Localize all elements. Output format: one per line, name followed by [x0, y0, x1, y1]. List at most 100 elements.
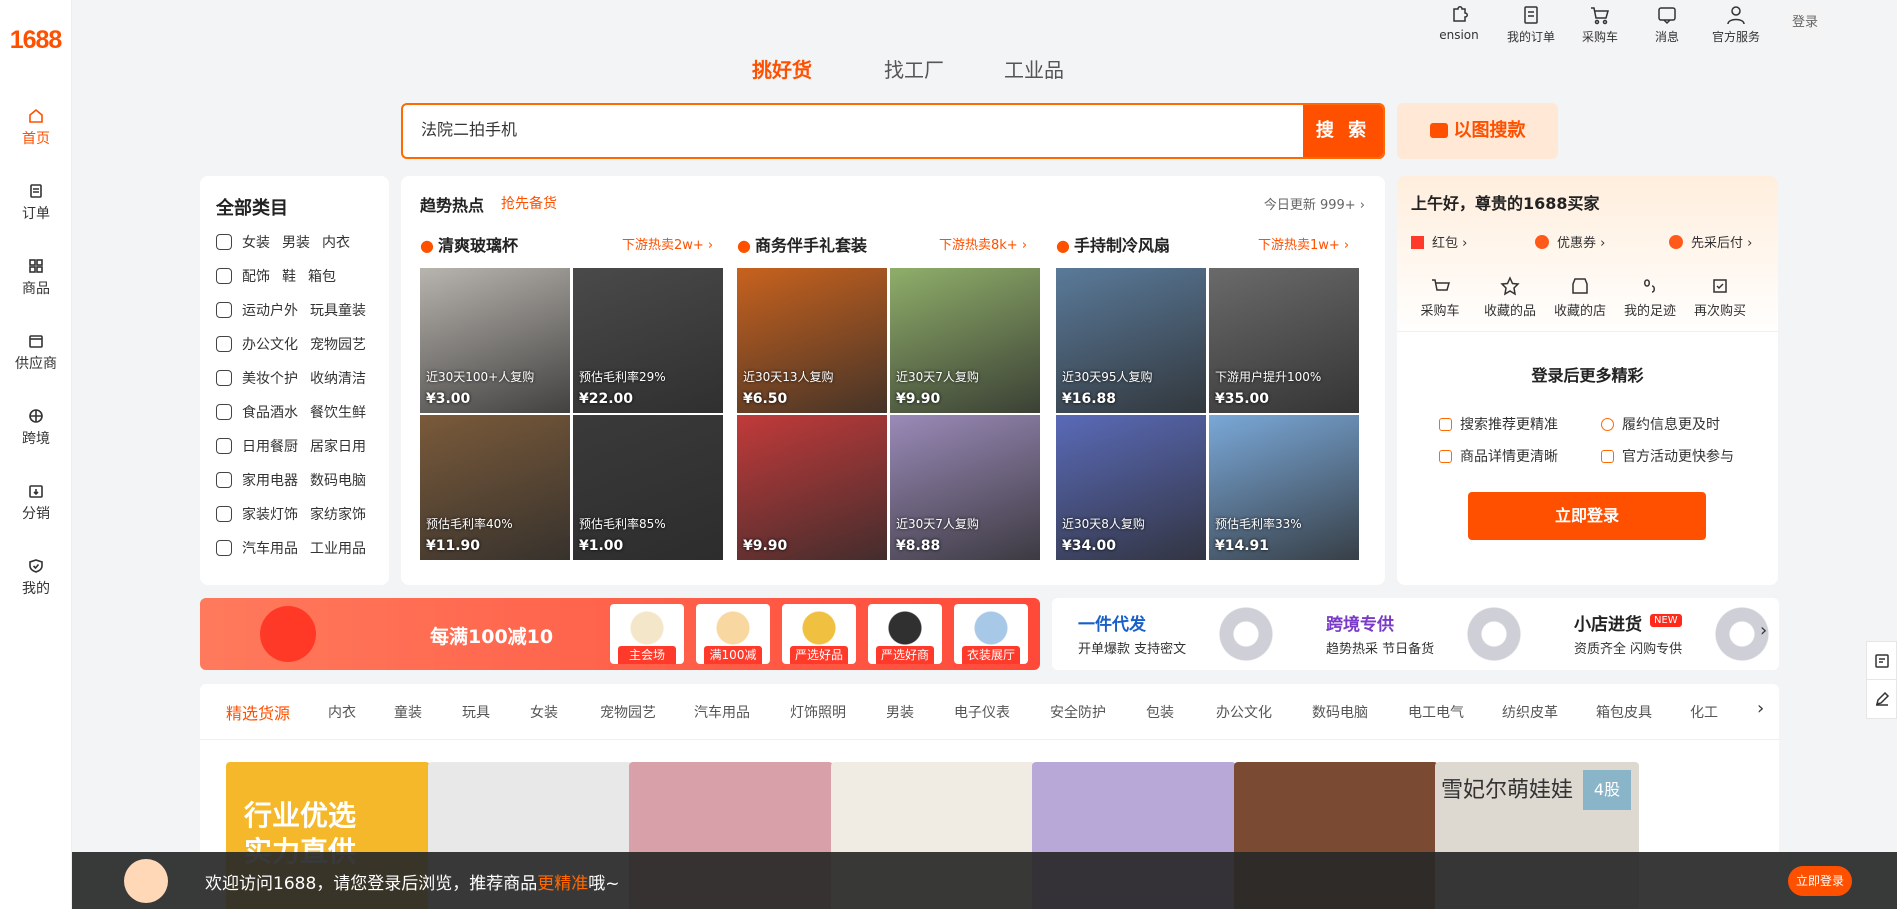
- quick-action-1[interactable]: 收藏的品: [1477, 276, 1543, 319]
- brand-logo[interactable]: 1688: [0, 26, 71, 55]
- search-button[interactable]: 搜 索: [1303, 105, 1383, 157]
- trend-product-card[interactable]: 近30天13人复购 ¥6.50: [737, 268, 887, 413]
- category-link[interactable]: 箱包: [308, 269, 336, 285]
- filter-tab[interactable]: 纺织皮革: [1502, 702, 1558, 722]
- trend-product-card[interactable]: 近30天8人复购 ¥34.00: [1056, 415, 1206, 560]
- category-link[interactable]: 收纳清洁: [310, 371, 366, 387]
- topbar-ension[interactable]: ension: [1424, 4, 1494, 42]
- tab-industrial[interactable]: 工业品: [1004, 54, 1064, 83]
- tab-find-factory[interactable]: 找工厂: [884, 54, 944, 83]
- trend-product-card[interactable]: 预估毛利率29% ¥22.00: [573, 268, 723, 413]
- category-link[interactable]: 工业用品: [310, 541, 366, 557]
- bottom-login-button[interactable]: 立即登录: [1788, 866, 1852, 896]
- trend-product-card[interactable]: ¥9.90: [737, 415, 887, 560]
- topbar-official-service[interactable]: 官方服务: [1701, 4, 1771, 45]
- quick-action-0[interactable]: 采购车: [1407, 276, 1473, 319]
- trend-product-card[interactable]: 近30天100+人复购 ¥3.00: [420, 268, 570, 413]
- promo-tile[interactable]: 衣装展厅: [954, 604, 1028, 664]
- topbar-login[interactable]: 登录: [1786, 4, 1824, 42]
- trend-group-more[interactable]: 下游热卖1w+ ›: [1258, 234, 1349, 253]
- sidebar-item-crossborder[interactable]: 跨境: [0, 408, 72, 448]
- topbar-my-orders[interactable]: 我的订单: [1496, 4, 1566, 45]
- filter-tab[interactable]: 数码电脑: [1312, 702, 1368, 722]
- chevron-right-icon[interactable]: ›: [1757, 698, 1764, 719]
- promo-tile[interactable]: 严选好商: [868, 604, 942, 664]
- feedback-tool[interactable]: [1866, 641, 1897, 681]
- category-link[interactable]: 办公文化: [242, 337, 298, 353]
- filter-tab[interactable]: 玩具: [462, 702, 490, 722]
- quick-action-3[interactable]: 我的足迹: [1617, 276, 1683, 319]
- trend-product-card[interactable]: 近30天7人复购 ¥8.88: [890, 415, 1040, 560]
- filter-tab[interactable]: 宠物园艺: [600, 702, 656, 722]
- image-search-button[interactable]: 以图搜款: [1397, 103, 1558, 159]
- filter-tab[interactable]: 箱包皮具: [1596, 702, 1652, 722]
- category-link[interactable]: 家装灯饰: [242, 507, 298, 523]
- category-link[interactable]: 美妆个护: [242, 371, 298, 387]
- category-link[interactable]: 女装: [242, 235, 270, 251]
- category-link[interactable]: 宠物园艺: [310, 337, 366, 353]
- category-link[interactable]: 食品酒水: [242, 405, 298, 421]
- filter-tab[interactable]: 包装: [1146, 702, 1174, 722]
- filter-tab[interactable]: 安全防护: [1050, 702, 1106, 722]
- perk-red-packet[interactable]: 红包 ›: [1411, 232, 1467, 251]
- search-input[interactable]: [421, 118, 1221, 137]
- filter-tab[interactable]: 化工: [1690, 702, 1718, 722]
- category-link[interactable]: 男装: [282, 235, 310, 251]
- promo-banner[interactable]: 每满100减10 主会场 满100减10 严选好品 严选好商 衣装展厅: [200, 598, 1040, 670]
- login-button[interactable]: 立即登录: [1468, 492, 1706, 540]
- tab-pick-goods[interactable]: 挑好货: [752, 54, 812, 83]
- trending-update[interactable]: 今日更新 999+ ›: [1264, 194, 1365, 213]
- trend-product-card[interactable]: 预估毛利率33% ¥14.91: [1209, 415, 1359, 560]
- sidebar-item-orders[interactable]: 订单: [0, 183, 72, 223]
- category-link[interactable]: 配饰: [242, 269, 270, 285]
- trend-product-card[interactable]: 预估毛利率85% ¥1.00: [573, 415, 723, 560]
- sidebar-item-home[interactable]: 首页: [0, 108, 72, 148]
- filter-tab[interactable]: 童装: [394, 702, 422, 722]
- category-link[interactable]: 运动户外: [242, 303, 298, 319]
- category-link[interactable]: 鞋: [282, 269, 296, 285]
- trend-group-more[interactable]: 下游热卖8k+ ›: [939, 234, 1027, 253]
- category-link[interactable]: 日用餐厨: [242, 439, 298, 455]
- quick-action-4[interactable]: 再次购买: [1687, 276, 1753, 319]
- perk-coupon[interactable]: 优惠券 ›: [1535, 232, 1605, 251]
- trend-group-title[interactable]: ● 商务伴手礼套装: [737, 232, 867, 256]
- filter-tab[interactable]: 女装: [530, 702, 558, 722]
- trend-product-card[interactable]: 近30天7人复购 ¥9.90: [890, 268, 1040, 413]
- filter-tab[interactable]: 男装: [886, 702, 914, 722]
- category-link[interactable]: 家用电器: [242, 473, 298, 489]
- filter-tab[interactable]: 汽车用品: [694, 702, 750, 722]
- trend-group-title[interactable]: ● 清爽玻璃杯: [420, 232, 518, 256]
- topbar-messages[interactable]: 消息: [1632, 4, 1702, 45]
- perk-pay-later[interactable]: 先采后付 ›: [1669, 232, 1752, 251]
- category-link[interactable]: 居家日用: [310, 439, 366, 455]
- filter-tab[interactable]: 办公文化: [1216, 702, 1272, 722]
- filter-tab[interactable]: 灯饰照明: [790, 702, 846, 722]
- edit-tool[interactable]: [1866, 679, 1897, 719]
- quick-action-2[interactable]: 收藏的店: [1547, 276, 1613, 319]
- filter-tab[interactable]: 电工电气: [1408, 702, 1464, 722]
- filter-tab[interactable]: 电子仪表: [954, 702, 1010, 722]
- promo-tile[interactable]: 满100减10: [696, 604, 770, 664]
- trend-product-card[interactable]: 近30天95人复购 ¥16.88: [1056, 268, 1206, 413]
- category-link[interactable]: 数码电脑: [310, 473, 366, 489]
- category-link[interactable]: 餐饮生鲜: [310, 405, 366, 421]
- sidebar-item-suppliers[interactable]: 供应商: [0, 333, 72, 373]
- promo-tile[interactable]: 严选好品: [782, 604, 856, 664]
- filter-tab[interactable]: 内衣: [328, 702, 356, 722]
- sidebar-item-mine[interactable]: 我的: [0, 558, 72, 598]
- chevron-right-icon[interactable]: ›: [1760, 620, 1767, 641]
- trend-group-more[interactable]: 下游热卖2w+ ›: [622, 234, 713, 253]
- filter-tab[interactable]: 精选货源: [226, 700, 290, 724]
- category-link[interactable]: 汽车用品: [242, 541, 298, 557]
- category-link[interactable]: 家纺家饰: [310, 507, 366, 523]
- trend-group-title[interactable]: ● 手持制冷风扇: [1056, 232, 1170, 256]
- category-link[interactable]: 玩具童装: [310, 303, 366, 319]
- topbar-cart[interactable]: 采购车: [1565, 4, 1635, 45]
- trend-product-card[interactable]: 预估毛利率40% ¥11.90: [420, 415, 570, 560]
- trend-product-card[interactable]: 下游用户提升100% ¥35.00: [1209, 268, 1359, 413]
- sidebar-item-distribution[interactable]: 分销: [0, 483, 72, 523]
- sidebar-item-products[interactable]: 商品: [0, 258, 72, 298]
- category-link[interactable]: 内衣: [322, 235, 350, 251]
- cart-icon: [1591, 7, 1609, 25]
- promo-tile[interactable]: 主会场: [610, 604, 684, 664]
